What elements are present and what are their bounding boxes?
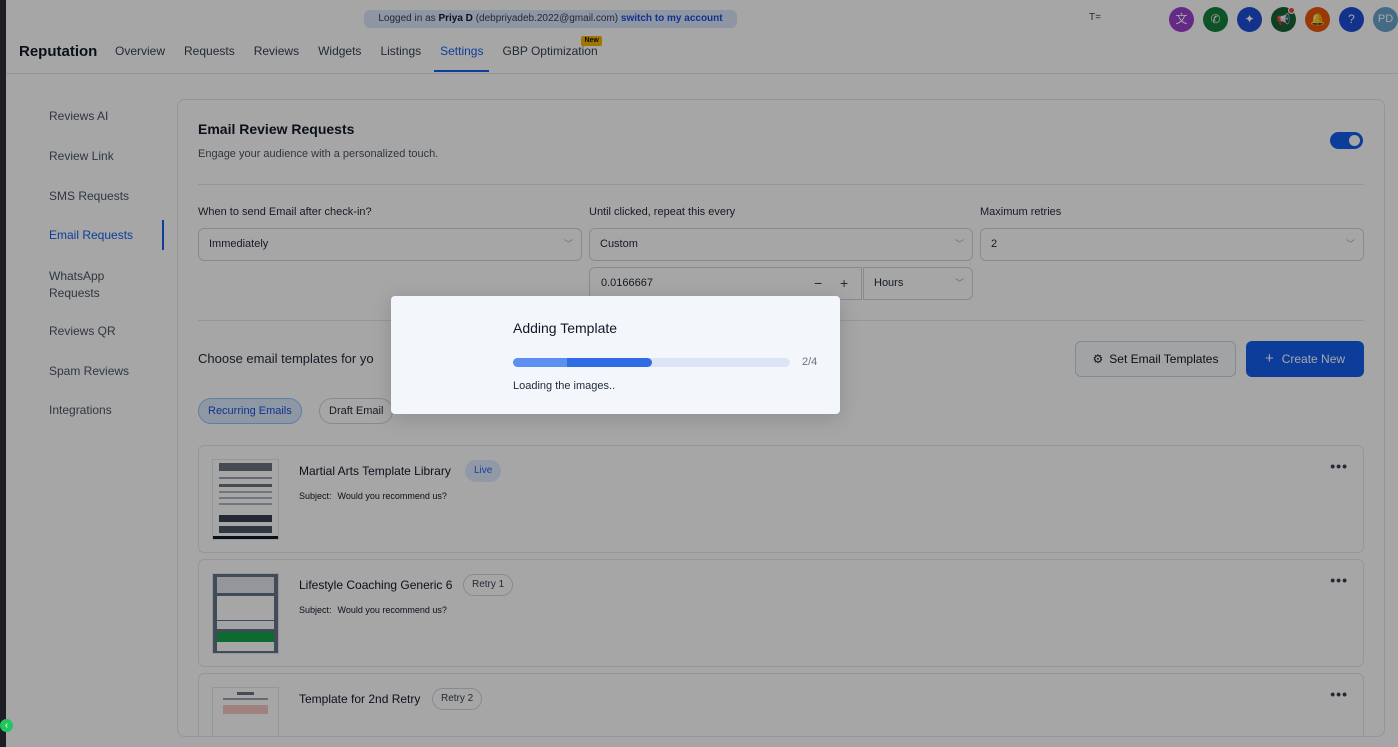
progress-count: 2/4: [802, 356, 818, 368]
progress-fill: [513, 358, 652, 367]
collapse-icon[interactable]: ‹: [0, 719, 13, 732]
progress-bar: [513, 358, 790, 367]
dialog-title: Adding Template: [513, 320, 618, 336]
adding-template-dialog: Adding Template 2/4 Loading the images..: [391, 296, 840, 414]
progress-status: Loading the images..: [513, 380, 616, 392]
